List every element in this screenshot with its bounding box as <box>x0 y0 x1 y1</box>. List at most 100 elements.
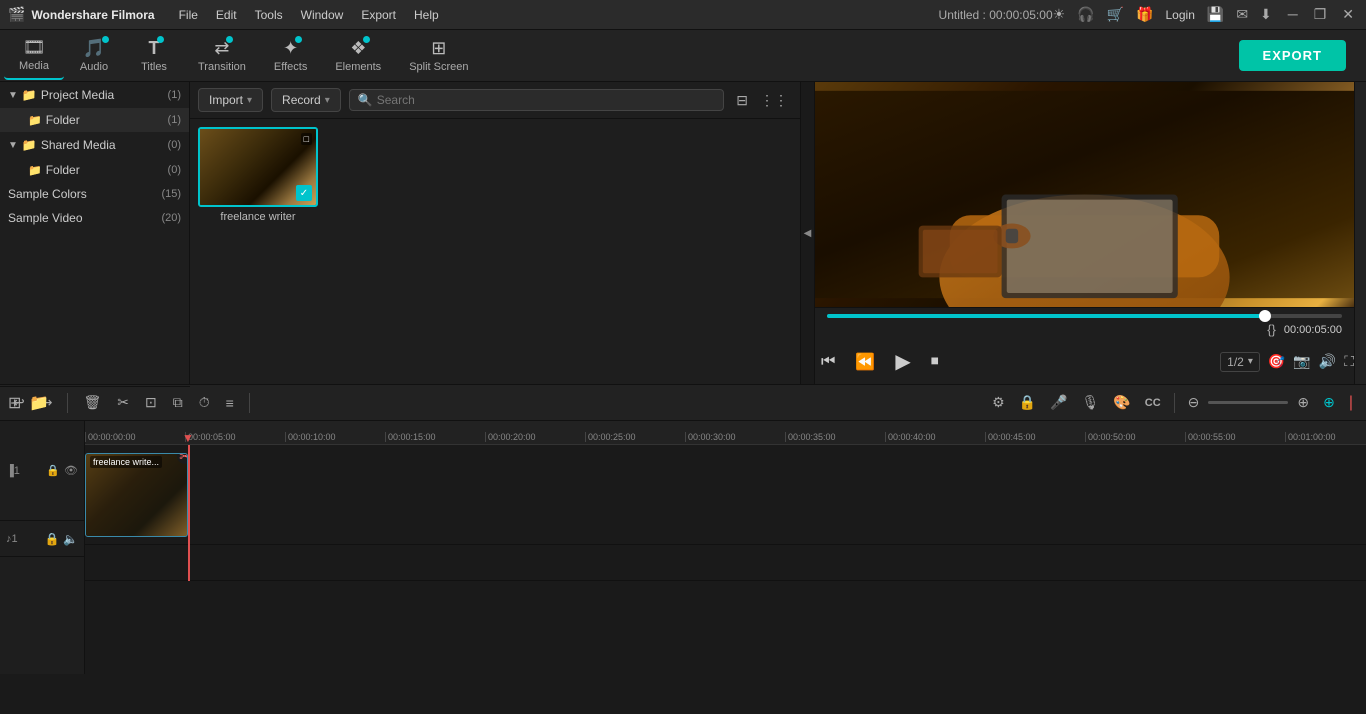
snapshot-button[interactable]: 📷 <box>1293 353 1310 370</box>
adjust-button[interactable]: ≡ <box>221 392 239 414</box>
mic-button[interactable]: 🎤 <box>1045 391 1072 414</box>
preview-time: 00:00:05:00 <box>1284 324 1342 336</box>
menu-file[interactable]: File <box>171 5 206 25</box>
timeline-right[interactable]: 00:00:00:00 00:00:05:00 00:00:10:00 00:0… <box>85 421 1366 674</box>
toolbar: 🎞 Media 🎵 Audio T Titles ⇄ Transition ✦ … <box>0 30 1366 82</box>
timeline-clip-freelance-writer[interactable]: freelance write... ✂ <box>85 453 188 537</box>
project-media-folder[interactable]: 📁 Folder (1) <box>0 108 189 132</box>
audio-lock-icon[interactable]: 🔒 <box>45 532 60 546</box>
stop-button[interactable]: ⏹ <box>925 349 945 375</box>
ruler-tick-6: 00:00:30:00 <box>685 432 785 442</box>
scene-detect-button[interactable]: 🎯 <box>1268 353 1285 370</box>
audio-track-row[interactable] <box>85 545 1366 581</box>
menu-window[interactable]: Window <box>293 5 352 25</box>
sample-colors-item[interactable]: Sample Colors (15) <box>0 182 189 206</box>
search-input[interactable] <box>377 93 716 107</box>
project-media-header[interactable]: ▼ 📁 Project Media (1) <box>0 82 189 108</box>
shared-media-count: (0) <box>168 139 181 151</box>
ruler-tick-10: 00:00:50:00 <box>1085 432 1185 442</box>
media-item-name: freelance writer <box>198 211 318 223</box>
toolbar-audio[interactable]: 🎵 Audio <box>64 32 124 80</box>
caption-btn[interactable]: CC <box>1140 394 1166 412</box>
track-lock-icon[interactable]: 🔒 <box>46 464 60 477</box>
progress-handle[interactable] <box>1259 310 1271 322</box>
splitscreen-icon: ⊞ <box>431 38 446 59</box>
progress-bar[interactable] <box>827 314 1342 318</box>
ruler-label-11: 00:00:55:00 <box>1188 432 1236 442</box>
email-icon[interactable]: ✉ <box>1236 6 1248 23</box>
zoom-in-button[interactable]: ⊕ <box>1292 391 1314 414</box>
tl-sep-3 <box>1174 393 1175 413</box>
ruler-label-12: 00:01:00:00 <box>1288 432 1336 442</box>
ruler-label-6: 00:00:30:00 <box>688 432 736 442</box>
elements-icon: ❖ <box>350 38 366 59</box>
media-thumbnail-freelance-writer[interactable]: ✓ □ <box>198 127 318 207</box>
video-track-row[interactable]: freelance write... ✂ <box>85 445 1366 545</box>
color-btn[interactable]: 🎨 <box>1108 391 1135 414</box>
menu-help[interactable]: Help <box>406 5 447 25</box>
shared-media-header[interactable]: ▼ 📁 Shared Media (0) <box>0 132 189 158</box>
ruler-tick-5: 00:00:25:00 <box>585 432 685 442</box>
media-grid: ✓ □ freelance writer <box>190 119 800 384</box>
ruler-tick-3: 00:00:15:00 <box>385 432 485 442</box>
brightness-icon[interactable]: ☀ <box>1053 6 1066 23</box>
toolbar-media[interactable]: 🎞 Media <box>4 32 64 80</box>
shared-media-folder[interactable]: 📁 Folder (0) <box>0 158 189 182</box>
toolbar-titles[interactable]: T Titles <box>124 32 184 80</box>
project-media-section: ▼ 📁 Project Media (1) 📁 Folder (1) <box>0 82 189 132</box>
filter-button[interactable]: ⊟ <box>732 90 752 111</box>
page-indicator[interactable]: 1/2 ▾ <box>1220 352 1260 372</box>
toolbar-transition[interactable]: ⇄ Transition <box>184 32 260 80</box>
effects-icon: ✦ <box>283 38 298 59</box>
gift-icon[interactable]: 🎁 <box>1136 6 1153 23</box>
fullscreen-button[interactable]: ⛶ <box>1344 353 1354 370</box>
search-box[interactable]: 🔍 <box>349 89 725 111</box>
ruler-label-2: 00:00:10:00 <box>288 432 336 442</box>
play-button[interactable]: ▶ <box>889 345 916 378</box>
bracket-right[interactable]: } <box>1272 322 1276 337</box>
menu-export[interactable]: Export <box>353 5 404 25</box>
sample-video-label: Sample Video <box>8 211 161 225</box>
import-dropdown[interactable]: Import ▾ <box>198 88 263 112</box>
app-name: Wondershare Filmora <box>31 8 154 22</box>
minimize-button[interactable]: ─ <box>1284 6 1302 23</box>
step-back-button[interactable]: ⏪ <box>849 348 881 376</box>
download-icon[interactable]: ⬇ <box>1260 6 1272 23</box>
menu-tools[interactable]: Tools <box>247 5 291 25</box>
media-item-freelance-writer[interactable]: ✓ □ freelance writer <box>198 127 318 223</box>
control-buttons: ⏮ ⏪ ▶ ⏹ 1/2 ▾ 🎯 📷 🔊 ⛶ <box>815 339 1354 384</box>
tl-end-button[interactable]: | <box>1344 391 1358 415</box>
speed-button[interactable]: ⚙ <box>987 391 1010 414</box>
audio-detect-button[interactable]: 🔒 <box>1014 391 1041 414</box>
close-button[interactable]: ✕ <box>1338 6 1358 23</box>
sample-colors-label: Sample Colors <box>8 187 161 201</box>
cart-icon[interactable]: 🛒 <box>1107 6 1124 23</box>
headphone-icon[interactable]: 🎧 <box>1077 6 1094 23</box>
toolbar-effects[interactable]: ✦ Effects <box>260 32 321 80</box>
zoom-slider[interactable] <box>1208 401 1288 404</box>
grid-view-button[interactable]: ⋮⋮ <box>756 90 792 111</box>
toolbar-audio-label: Audio <box>80 61 108 73</box>
export-button[interactable]: EXPORT <box>1239 40 1346 71</box>
sample-video-item[interactable]: Sample Video (20) <box>0 206 189 230</box>
app-logo: 🎬 Wondershare Filmora <box>8 6 155 23</box>
thumb-type-indicator: □ <box>301 133 312 145</box>
menu-edit[interactable]: Edit <box>208 5 245 25</box>
panel-collapse-arrow[interactable]: ◀ <box>800 82 814 384</box>
timeline-track-labels: ▐1 🔒 👁 ♪1 🔒 🔈 <box>0 421 85 674</box>
audio-mute-icon[interactable]: 🔈 <box>63 532 78 546</box>
track-eye-icon[interactable]: 👁 <box>64 464 78 477</box>
voice-btn[interactable]: 🎙 <box>1077 391 1105 414</box>
volume-button[interactable]: 🔊 <box>1319 353 1336 370</box>
toolbar-splitscreen[interactable]: ⊞ Split Screen <box>395 32 482 80</box>
record-dropdown[interactable]: Record ▾ <box>271 88 341 112</box>
timer-button[interactable]: ⏱ <box>194 391 215 414</box>
toolbar-elements[interactable]: ❖ Elements <box>321 32 395 80</box>
zoom-out-button[interactable]: ⊖ <box>1183 391 1205 414</box>
restore-button[interactable]: ❐ <box>1310 6 1331 23</box>
tl-add-button[interactable]: ⊕ <box>1318 391 1340 414</box>
login-button[interactable]: Login <box>1166 8 1195 22</box>
track-icons: 🔒 👁 <box>46 464 78 477</box>
save-icon[interactable]: 💾 <box>1207 6 1224 23</box>
prev-frame-button[interactable]: ⏮ <box>815 349 841 375</box>
